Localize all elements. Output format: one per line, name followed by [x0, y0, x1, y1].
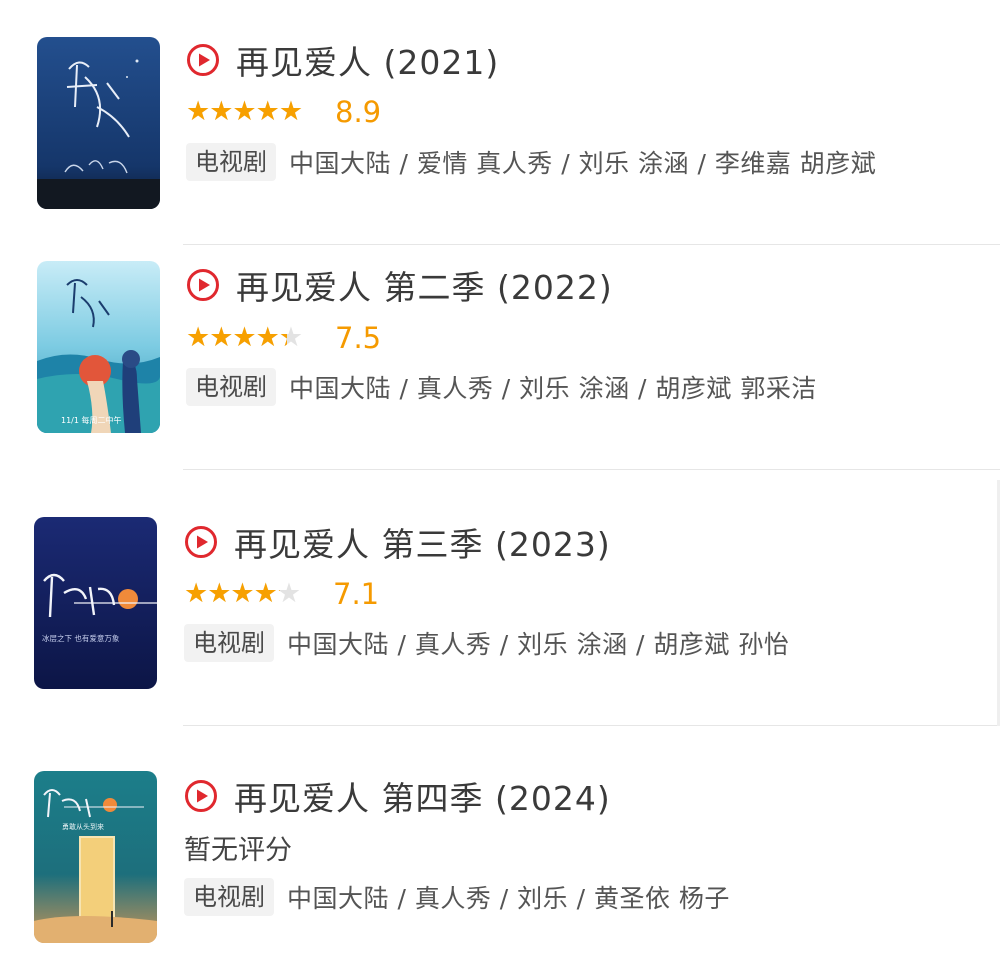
- rating-score: 7.1: [333, 577, 380, 611]
- rating-score: 8.9: [335, 95, 382, 129]
- meta-row: 电视剧 中国大陆 / 真人秀 / 刘乐 涂涵 / 胡彦斌 郭采洁: [186, 366, 817, 408]
- divider: [183, 469, 1000, 470]
- svg-text:冰层之下 也有爱意万象: 冰层之下 也有爱意万象: [42, 633, 120, 643]
- divider: [183, 725, 1000, 726]
- star-icon: ★★★★★: [184, 581, 280, 607]
- poster-image: [37, 37, 160, 209]
- no-rating-label: 暂无评分: [184, 834, 292, 866]
- poster-2023[interactable]: 冰层之下 也有爱意万象: [34, 517, 157, 689]
- rating-score: 7.5: [335, 321, 382, 355]
- title-row[interactable]: 再见爱人 第二季 (2022): [186, 263, 613, 307]
- show-item-2024[interactable]: 勇敢从头到来 再见爱人 第四季 (2024) 暂无评分 电视剧 中国大陆 / 真…: [0, 734, 1000, 959]
- show-meta: 中国大陆 / 真人秀 / 刘乐 / 黄圣依 杨子: [287, 884, 730, 913]
- play-circle-icon: [187, 44, 219, 76]
- show-meta: 中国大陆 / 真人秀 / 刘乐 涂涵 / 胡彦斌 孙怡: [287, 630, 790, 659]
- rating-row: ★★★★★ ★★★★★ 7.1: [184, 576, 379, 612]
- rating-row: 暂无评分: [184, 829, 292, 866]
- poster-image: 冰层之下 也有爱意万象: [34, 517, 157, 689]
- meta-row: 电视剧 中国大陆 / 爱情 真人秀 / 刘乐 涂涵 / 李维嘉 胡彦斌: [186, 141, 876, 183]
- title-row[interactable]: 再见爱人 (2021): [186, 38, 499, 82]
- poster-2022[interactable]: 11/1 每周二中午: [37, 261, 160, 433]
- star-icon: ★★★★★: [186, 325, 287, 351]
- type-badge: 电视剧: [184, 624, 274, 662]
- show-meta: 中国大陆 / 真人秀 / 刘乐 涂涵 / 胡彦斌 郭采洁: [289, 374, 817, 403]
- poster-2021[interactable]: [37, 37, 160, 209]
- type-badge: 电视剧: [184, 878, 274, 916]
- poster-image: 勇敢从头到来: [34, 771, 157, 943]
- rating-row: ★★★★★ ★★★★★ 7.5: [186, 320, 381, 356]
- play-circle-icon: [187, 269, 219, 301]
- title-row[interactable]: 再见爱人 第四季 (2024): [184, 774, 611, 818]
- show-title[interactable]: 再见爱人 第二季 (2022): [236, 261, 613, 309]
- rating-row: ★★★★★ ★★★★★ 8.9: [186, 94, 381, 130]
- play-circle-icon: [185, 526, 217, 558]
- svg-text:11/1 每周二中午: 11/1 每周二中午: [61, 415, 122, 425]
- meta-row: 电视剧 中国大陆 / 真人秀 / 刘乐 / 黄圣依 杨子: [184, 876, 730, 918]
- title-row[interactable]: 再见爱人 第三季 (2023): [184, 520, 611, 564]
- meta-row: 电视剧 中国大陆 / 真人秀 / 刘乐 涂涵 / 胡彦斌 孙怡: [184, 622, 789, 664]
- show-item-2023[interactable]: 冰层之下 也有爱意万象 再见爱人 第三季 (2023) ★★★★★ ★★★★★ …: [0, 480, 1000, 705]
- type-badge: 电视剧: [186, 143, 276, 181]
- play-circle-icon: [185, 780, 217, 812]
- star-icon: ★★★★★: [186, 99, 303, 125]
- show-title[interactable]: 再见爱人 第四季 (2024): [234, 772, 611, 820]
- svg-text:勇敢从头到来: 勇敢从头到来: [62, 822, 104, 831]
- show-item-2022[interactable]: 11/1 每周二中午 再见爱人 第二季 (2022) ★★★★★ ★★★★★ 7…: [0, 224, 1000, 449]
- star-rating: ★★★★★ ★★★★★: [186, 325, 321, 351]
- show-meta: 中国大陆 / 爱情 真人秀 / 刘乐 涂涵 / 李维嘉 胡彦斌: [289, 149, 877, 178]
- poster-image: 11/1 每周二中午: [37, 261, 160, 433]
- poster-2024[interactable]: 勇敢从头到来: [34, 771, 157, 943]
- star-rating: ★★★★★ ★★★★★: [186, 99, 321, 125]
- star-rating: ★★★★★ ★★★★★: [184, 581, 319, 607]
- show-item-2021[interactable]: 再见爱人 (2021) ★★★★★ ★★★★★ 8.9 电视剧 中国大陆 / 爱…: [0, 0, 1000, 225]
- show-title[interactable]: 再见爱人 第三季 (2023): [234, 518, 611, 566]
- show-title[interactable]: 再见爱人 (2021): [236, 36, 499, 84]
- type-badge: 电视剧: [186, 368, 276, 406]
